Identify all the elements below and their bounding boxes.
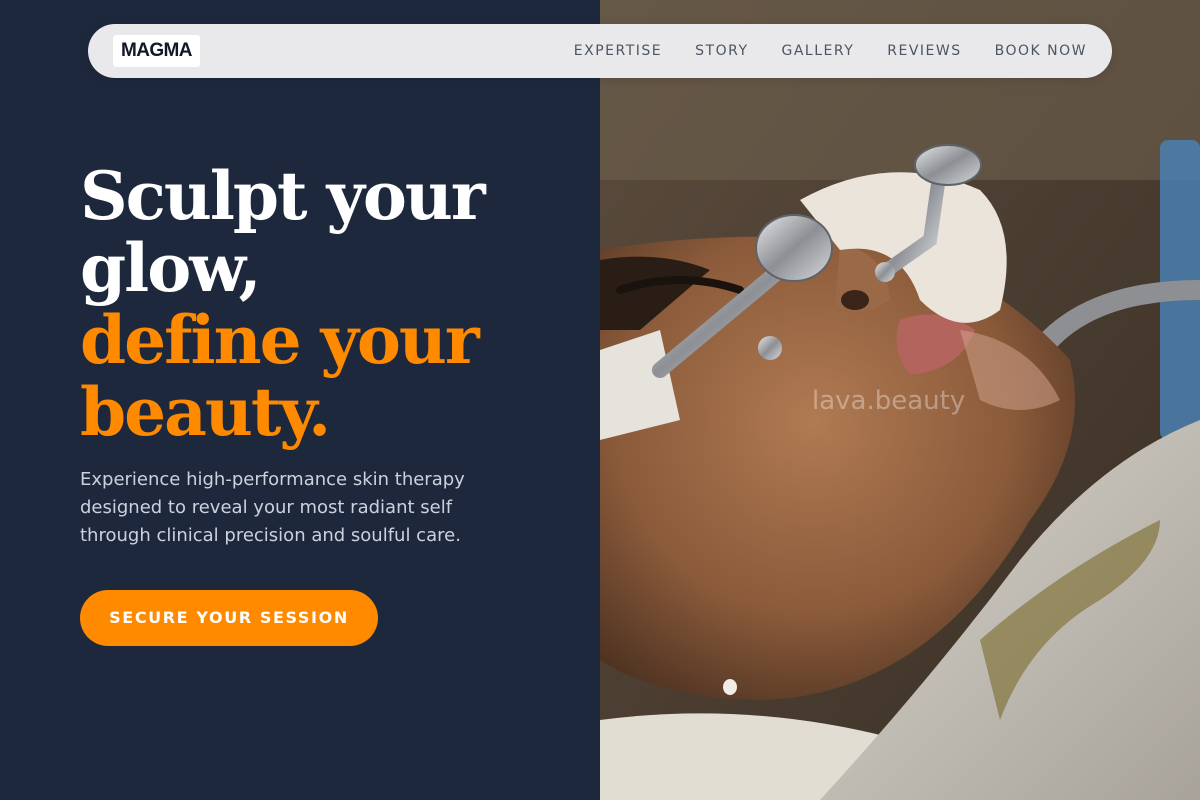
headline-line-2: glow, <box>80 229 262 307</box>
headline-line-1: Sculpt your <box>80 157 486 235</box>
hero-photo <box>600 0 1200 800</box>
top-navbar: MAGMA EXPERTISE STORY GALLERY REVIEWS BO… <box>88 24 1112 78</box>
nav-link-story[interactable]: STORY <box>695 43 748 59</box>
facial-treatment-illustration <box>600 0 1200 800</box>
secure-session-button[interactable]: SECURE YOUR SESSION <box>80 590 378 646</box>
hero-description: Experience high-performance skin therapy… <box>80 469 465 546</box>
hero-headline: Sculpt your glow, define your beauty. <box>80 160 580 448</box>
nav-link-reviews[interactable]: REVIEWS <box>887 43 961 59</box>
nav-link-gallery[interactable]: GALLERY <box>782 43 855 59</box>
brand-logo[interactable]: MAGMA <box>113 35 200 67</box>
nav-link-book-now[interactable]: BOOK NOW <box>995 43 1087 59</box>
headline-accent-line-2: beauty. <box>80 373 331 451</box>
nav-links: EXPERTISE STORY GALLERY REVIEWS BOOK NOW <box>574 24 1087 78</box>
nav-link-expertise[interactable]: EXPERTISE <box>574 43 662 59</box>
headline-accent-line-1: define your <box>80 301 480 379</box>
